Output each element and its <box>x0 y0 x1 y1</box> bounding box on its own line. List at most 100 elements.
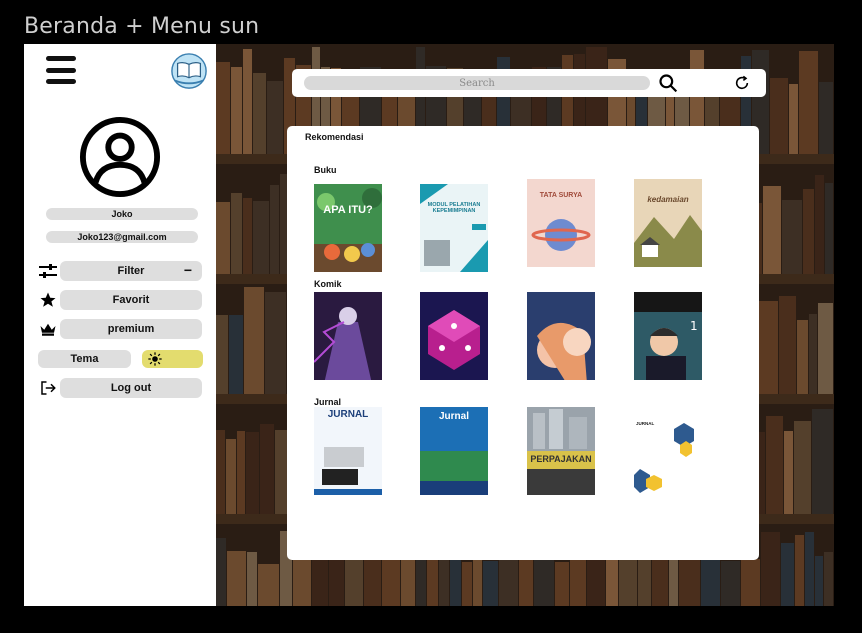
shelf-book <box>805 532 815 606</box>
shelf-book <box>825 183 834 274</box>
comic-cover[interactable] <box>314 292 382 380</box>
refresh-icon[interactable] <box>734 75 750 91</box>
tema-button[interactable]: Tema <box>38 350 131 368</box>
hamburger-menu-icon[interactable] <box>46 56 76 84</box>
shelf-book <box>803 189 815 274</box>
book-logo-icon <box>171 53 207 89</box>
shelf-book <box>760 532 780 606</box>
recommendation-panel: Rekomendasi Buku Komik Jurnal APA ITU? M… <box>287 126 759 560</box>
shelf-book <box>252 73 266 154</box>
shelf-book <box>799 51 819 154</box>
shelf-book <box>780 543 795 606</box>
shelf-book <box>782 200 803 274</box>
shelf-book <box>757 301 778 394</box>
shelf-book <box>292 556 311 606</box>
shelf-book <box>266 81 284 154</box>
shelf-book <box>216 202 230 274</box>
favorit-button[interactable]: Favorit <box>60 290 202 310</box>
shelf-book <box>815 175 825 274</box>
shelf-book <box>265 292 286 394</box>
shelf-book <box>554 562 569 606</box>
shelf-book <box>679 554 700 606</box>
filter-button[interactable]: Filter − <box>60 261 202 281</box>
panel-title: Rekomendasi <box>305 132 364 142</box>
menu-row-favorit: Favorit <box>38 290 204 310</box>
premium-button[interactable]: premium <box>60 319 202 339</box>
shelf-book <box>815 556 823 606</box>
filter-collapse-toggle[interactable]: − <box>184 261 192 279</box>
shelf-book <box>216 538 226 606</box>
shelf-book <box>216 62 230 154</box>
shelf-book <box>789 84 799 154</box>
shelf-book <box>216 315 228 394</box>
filter-label: Filter <box>117 265 145 277</box>
shelf-book <box>236 431 246 514</box>
shelf-book <box>244 287 264 394</box>
shelf-book <box>763 186 782 274</box>
shelf-book <box>809 314 817 394</box>
journal-title: PERPAJAKAN <box>530 454 592 464</box>
search-input[interactable] <box>304 76 650 90</box>
shelf-book <box>246 432 260 514</box>
shelf-book <box>246 552 258 606</box>
book-cover[interactable]: TATA SURYA <box>527 179 595 267</box>
search-bar <box>292 69 766 97</box>
shelf-book <box>797 320 808 394</box>
book-cover[interactable]: APA ITU? <box>314 184 382 272</box>
shelf-book <box>795 535 805 606</box>
crown-icon <box>38 319 58 339</box>
shelf-book <box>812 409 834 514</box>
comic-cover[interactable]: 1 <box>634 292 702 380</box>
shelf-book <box>260 424 274 514</box>
section-title-jurnal: Jurnal <box>314 397 342 407</box>
book-title: TATA SURYA <box>539 192 583 199</box>
avatar-icon[interactable] <box>79 116 161 198</box>
journal-cover[interactable]: PERPAJAKAN <box>527 407 595 495</box>
frame-title: Beranda + Menu sun <box>24 14 260 39</box>
section-title-komik: Komik <box>314 279 342 289</box>
shelf-book <box>252 201 269 274</box>
section-title-buku: Buku <box>314 165 337 175</box>
journal-cover[interactable]: JURNAL <box>314 407 382 495</box>
menu-row-logout: Log out <box>38 378 204 398</box>
logout-icon <box>38 378 58 398</box>
shelf-book <box>269 185 279 274</box>
shelf-book <box>819 82 834 154</box>
svg-text:1: 1 <box>690 319 698 333</box>
shelf-book <box>242 49 252 154</box>
book-title: APA ITU? <box>323 204 373 216</box>
book-cover[interactable]: MODUL PELATIHAN KEPEMIMPINAN <box>420 184 488 272</box>
comic-cover[interactable] <box>527 292 595 380</box>
sun-icon <box>148 352 162 366</box>
shelf-book <box>483 561 498 606</box>
shelf-book <box>793 421 812 514</box>
shelf-book <box>258 564 280 606</box>
shelf-book <box>766 416 784 514</box>
shelf-book <box>449 560 462 606</box>
shelf-book <box>216 430 225 514</box>
journal-cover[interactable]: JURNAL <box>634 407 702 495</box>
star-icon <box>38 290 58 310</box>
shelf-book <box>700 553 720 606</box>
shelf-book <box>226 551 246 606</box>
shelf-book <box>779 296 796 394</box>
journal-cover[interactable]: Jurnal <box>420 407 488 495</box>
sliders-icon <box>38 261 58 281</box>
menu-row-filter: Filter − <box>38 261 204 281</box>
user-name: Joko <box>46 208 198 220</box>
user-email: Joko123@gmail.com <box>46 231 198 243</box>
search-icon[interactable] <box>658 73 678 93</box>
shelf-book <box>462 562 473 606</box>
menu-row-premium: premium <box>38 319 204 339</box>
shelf-book <box>230 193 242 274</box>
shelf-book <box>242 198 252 274</box>
theme-toggle[interactable] <box>142 350 203 368</box>
comic-cover[interactable] <box>420 292 488 380</box>
shelf-book <box>329 553 345 606</box>
shelf-book <box>818 303 833 394</box>
shelf-book <box>426 558 438 606</box>
shelf-book <box>229 315 243 394</box>
logout-button[interactable]: Log out <box>60 378 202 398</box>
book-cover[interactable]: kedamaian <box>634 179 702 267</box>
shelf-book <box>438 553 449 606</box>
